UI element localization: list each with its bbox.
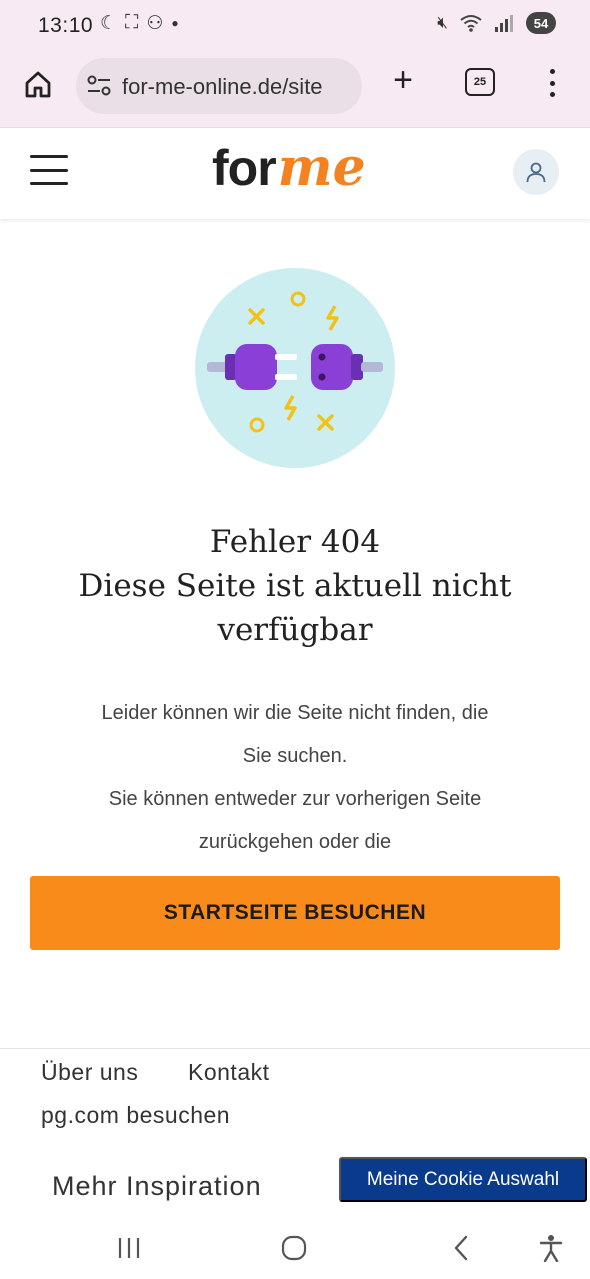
status-icons-right: 🔇︎ 54 — [437, 12, 556, 34]
moon-icon: ☾ — [100, 13, 118, 34]
footer-link-about[interactable]: Über uns — [41, 1059, 138, 1086]
new-tab-button[interactable]: + — [386, 63, 420, 98]
visit-homepage-button[interactable]: STARTSEITE BESUCHEN — [30, 876, 560, 950]
status-time: 13:10 — [38, 14, 94, 37]
recent-apps-button[interactable] — [113, 1230, 145, 1266]
browser-menu-button[interactable] — [538, 66, 566, 100]
tab-switcher-button[interactable]: 25 — [465, 68, 495, 96]
error-text-line-2: Sie suchen. — [242, 745, 348, 767]
cookie-settings-button[interactable]: Meine Cookie Auswahl — [339, 1157, 587, 1202]
url-text: for-me-online.de/site — [122, 74, 323, 99]
wifi-icon — [460, 15, 482, 32]
error-text-line-3: Sie können entweder zur vorherigen Seite — [108, 788, 482, 810]
home-icon — [25, 71, 51, 98]
dot-icon: ● — [171, 16, 179, 30]
unplugged-illustration — [195, 268, 395, 468]
error-text-line-1: Leider können wir die Seite nicht finden… — [101, 702, 489, 724]
screenshot-icon: ⛶ — [125, 12, 139, 33]
more-inspiration-link[interactable]: Mehr Inspiration — [52, 1171, 262, 1202]
status-icons-left: ☾ ⛶ ⚇ ● — [100, 12, 179, 35]
footer-link-pg[interactable]: pg.com besuchen — [41, 1102, 230, 1129]
notification-icon: ⚇ — [146, 13, 164, 34]
error-subtitle: Diese Seite ist aktuell nicht verfügbar — [78, 568, 512, 648]
footer-link-contact[interactable]: Kontakt — [188, 1059, 270, 1086]
home-circle-icon — [281, 1235, 307, 1261]
logo-for-text: for — [212, 140, 277, 196]
footer: Über uns Kontakt pg.com besuchen Mehr In… — [0, 1048, 590, 1218]
hamburger-menu-icon[interactable] — [30, 155, 68, 185]
mute-icon: 🔇︎ — [437, 13, 448, 32]
recent-apps-icon — [118, 1238, 140, 1258]
address-bar[interactable]: for-me-online.de/site — [76, 58, 362, 114]
signal-icon — [495, 15, 513, 32]
error-title: Fehler 404 — [209, 524, 381, 560]
accessibility-icon — [539, 1235, 563, 1262]
site-settings-icon[interactable] — [86, 74, 112, 98]
status-bar: 13:10 ☾ ⛶ ⚇ ● 🔇︎ 54 — [0, 0, 590, 52]
site-header: for me — [0, 129, 590, 219]
back-nav-button[interactable] — [446, 1230, 476, 1266]
android-nav-bar — [0, 1218, 590, 1279]
account-button[interactable] — [513, 149, 559, 195]
logo-me-text: me — [277, 137, 366, 198]
battery-indicator: 54 — [526, 12, 556, 34]
browser-toolbar: for-me-online.de/site + 25 — [0, 52, 590, 128]
forme-logo[interactable]: for me — [212, 137, 366, 198]
home-button[interactable] — [20, 66, 56, 102]
user-icon — [526, 162, 546, 183]
back-chevron-icon — [454, 1235, 468, 1261]
home-nav-button[interactable] — [278, 1230, 310, 1266]
accessibility-button[interactable] — [535, 1230, 567, 1266]
error-text-line-4: zurückgehen oder die — [198, 831, 392, 853]
